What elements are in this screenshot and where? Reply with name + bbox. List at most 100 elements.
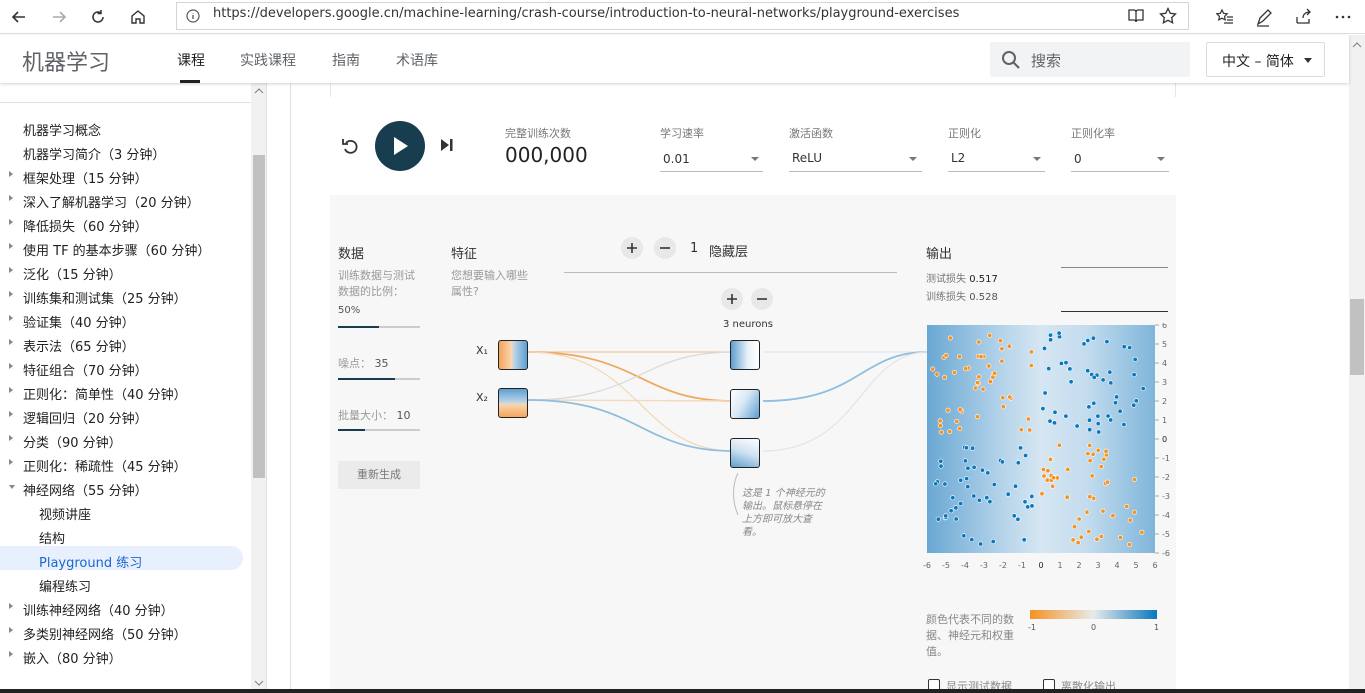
data-point — [986, 363, 992, 369]
neuron-1[interactable] — [730, 340, 760, 370]
sidebar-item[interactable]: 训练集和测试集（25 分钟） — [23, 288, 187, 307]
reset-icon[interactable] — [340, 135, 362, 157]
scroll-up-icon[interactable] — [1352, 41, 1362, 49]
x-tick-label: -4 — [961, 561, 969, 570]
sidebar-item[interactable]: 分类（90 分钟） — [23, 432, 122, 451]
browser-toolbar: https://developers.google.cn/machine-lea… — [0, 0, 1365, 34]
remove-neuron-button[interactable] — [751, 288, 773, 310]
play-button[interactable] — [375, 121, 425, 171]
regularization-select[interactable]: L2 — [948, 145, 1045, 172]
more-menu-icon[interactable] — [1334, 8, 1352, 26]
sidebar-item[interactable]: 降低损失（60 分钟） — [23, 216, 148, 235]
data-point — [1068, 379, 1074, 385]
sidebar-item[interactable]: 训练神经网络（40 分钟） — [23, 600, 174, 619]
data-point — [1072, 524, 1078, 530]
sidebar-item[interactable]: 神经网络（55 分钟） — [23, 480, 148, 499]
forward-button[interactable] — [46, 5, 72, 29]
neuron-3[interactable] — [730, 438, 760, 468]
content-divider — [290, 83, 291, 693]
sidebar-item[interactable]: 泛化（15 分钟） — [23, 264, 122, 283]
tab-courses[interactable]: 课程 — [177, 50, 205, 70]
data-point — [1047, 418, 1053, 424]
ratio-slider[interactable] — [338, 326, 420, 328]
address-bar[interactable]: https://developers.google.cn/machine-lea… — [176, 2, 1189, 30]
data-point — [947, 429, 953, 435]
page-scrollbar[interactable] — [1349, 35, 1365, 693]
regenerate-button[interactable]: 重新生成 — [338, 461, 420, 489]
activation-select[interactable]: ReLU — [789, 145, 922, 172]
page-scroll-thumb[interactable] — [1350, 299, 1364, 375]
sidebar-item[interactable]: 验证集（40 分钟） — [23, 312, 135, 331]
scroll-down-icon[interactable] — [254, 679, 264, 687]
reading-view-icon[interactable] — [1127, 8, 1145, 24]
chevron-right-icon — [9, 411, 13, 417]
sidebar-item[interactable]: 编程练习 — [39, 576, 91, 595]
data-point — [1065, 466, 1071, 472]
favorite-star-icon[interactable] — [1159, 7, 1177, 25]
tab-glossary[interactable]: 术语库 — [396, 50, 438, 70]
sidebar-item[interactable]: 机器学习概念 — [23, 120, 101, 139]
sidebar-item[interactable]: 视频讲座 — [39, 504, 91, 523]
home-button[interactable] — [125, 5, 151, 29]
x-tick-label: 6 — [1152, 561, 1157, 570]
data-point — [964, 476, 970, 482]
add-neuron-button[interactable] — [721, 288, 743, 310]
caret-down-icon — [1157, 157, 1165, 161]
sidebar-item[interactable]: 逻辑回归（20 分钟） — [23, 408, 148, 427]
data-point — [1133, 398, 1139, 404]
data-point — [954, 418, 960, 424]
heatmap-background — [927, 325, 1155, 553]
pen-icon[interactable] — [1255, 7, 1273, 27]
data-point — [1064, 494, 1070, 500]
link-n3-out — [762, 351, 929, 452]
sidebar-scrollbar[interactable] — [251, 83, 266, 693]
minus-icon — [757, 298, 767, 300]
sidebar-item[interactable]: 表示法（65 分钟） — [23, 336, 135, 355]
sidebar-item[interactable]: 正则化：简单性（40 分钟） — [23, 384, 187, 403]
sidebar-item[interactable]: 深入了解机器学习（20 分钟） — [23, 192, 200, 211]
sidebar-item[interactable]: 特征组合（70 分钟） — [23, 360, 148, 379]
language-select[interactable]: 中文 – 简体 — [1206, 42, 1325, 77]
favorites-list-icon[interactable] — [1216, 8, 1234, 26]
sidebar-item[interactable]: 正则化：稀疏性（45 分钟） — [23, 456, 187, 475]
sidebar-item[interactable]: Playground 练习 — [39, 552, 142, 571]
refresh-button[interactable] — [85, 5, 111, 29]
site-title[interactable]: 机器学习 — [22, 45, 110, 77]
step-icon[interactable] — [440, 138, 454, 152]
output-heatmap[interactable]: 6 5 4 3 2 1 0 -1 -2 -3 -4 -5 -6 -6 -5 -4 -3 -2 -1 0 1 2 3 4 5 6 — [920, 323, 1176, 583]
sidebar-item[interactable]: 框架处理（15 分钟） — [23, 168, 148, 187]
batch-slider[interactable] — [338, 429, 420, 431]
feature-x2-node[interactable] — [498, 388, 528, 418]
data-point — [1095, 447, 1101, 453]
sidebar-item[interactable]: 多类别神经网络（50 分钟） — [23, 624, 187, 643]
sidebar-item[interactable]: 使用 TF 的基本步骤（60 分钟） — [23, 240, 210, 259]
data-point — [1028, 349, 1034, 355]
data-point — [1029, 503, 1035, 509]
layer-divider — [564, 272, 897, 273]
learning-rate-select[interactable]: 0.01 — [660, 145, 763, 172]
data-point — [1048, 337, 1054, 343]
remove-layer-button[interactable] — [654, 237, 676, 259]
sidebar-item[interactable]: 机器学习简介（3 分钟） — [23, 144, 165, 163]
sidebar-item[interactable]: 嵌入（80 分钟） — [23, 648, 122, 667]
share-icon[interactable] — [1295, 8, 1313, 26]
sidebar-scroll-thumb[interactable] — [253, 155, 265, 478]
search-input[interactable]: 搜索 — [990, 42, 1190, 77]
data-point — [1124, 503, 1130, 509]
back-button[interactable] — [6, 5, 32, 29]
data-point — [1086, 528, 1092, 534]
data-point — [1100, 377, 1106, 383]
sidebar-item[interactable]: 结构 — [39, 528, 65, 547]
scroll-up-icon[interactable] — [254, 87, 264, 95]
tab-guides[interactable]: 指南 — [332, 50, 360, 70]
noise-slider[interactable] — [338, 378, 420, 380]
tab-practica[interactable]: 实践课程 — [240, 50, 296, 70]
noise-label-text: 噪点： — [338, 357, 371, 370]
data-point — [1042, 390, 1048, 396]
neuron-2[interactable] — [730, 389, 760, 419]
data-point — [999, 459, 1005, 465]
add-layer-button[interactable] — [621, 237, 643, 259]
feature-x1-node[interactable] — [498, 340, 528, 370]
data-point — [1052, 420, 1058, 426]
reg-rate-select[interactable]: 0 — [1071, 145, 1169, 172]
